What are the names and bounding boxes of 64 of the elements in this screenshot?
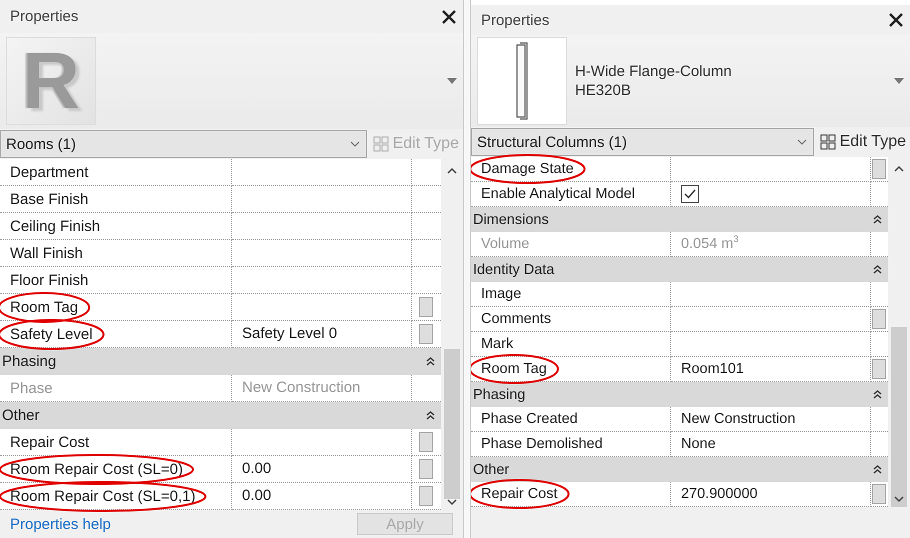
- property-label: Mark: [480, 336, 514, 352]
- property-label: Phase: [10, 380, 53, 396]
- collapse-icon[interactable]: [873, 390, 882, 400]
- edit-type-button[interactable]: Edit Type: [820, 133, 906, 151]
- type-size: HE320B: [574, 82, 632, 99]
- property-label: Repair Cost: [10, 434, 90, 450]
- associate-parameter-button[interactable]: [872, 159, 886, 179]
- property-label: Damage State: [480, 161, 574, 177]
- dropdown-arrow-icon[interactable]: [894, 78, 904, 84]
- associate-parameter-button[interactable]: [419, 324, 434, 344]
- panel-title: Properties: [480, 12, 550, 28]
- property-label: Room Repair Cost (SL=0): [10, 460, 183, 478]
- associate-parameter-button[interactable]: [872, 309, 886, 329]
- group-header: Other: [472, 462, 510, 478]
- property-label: Image: [480, 286, 522, 302]
- property-label: Room Tag: [10, 298, 78, 316]
- group-header: Identity Data: [472, 262, 554, 278]
- property-label: Floor Finish: [10, 272, 88, 288]
- property-label: Wall Finish: [10, 244, 83, 262]
- category-dropdown[interactable]: Structural Columns (1): [470, 128, 814, 156]
- group-header: Phasing: [472, 386, 526, 402]
- associate-parameter-button[interactable]: [419, 297, 434, 317]
- associate-parameter-button[interactable]: [872, 484, 886, 504]
- column-icon: [514, 41, 529, 121]
- dropdown-arrow-icon[interactable]: [446, 78, 457, 84]
- collapse-icon[interactable]: [873, 214, 882, 224]
- property-label: Enable Analytical Model: [480, 186, 635, 202]
- chevron-down-icon: [796, 139, 807, 145]
- property-label: Safety Level: [10, 326, 93, 342]
- help-link[interactable]: Properties help: [10, 516, 111, 532]
- property-label: Room Tag: [480, 361, 547, 377]
- checkmark-icon: [684, 189, 696, 199]
- group-header: Dimensions: [472, 212, 549, 228]
- edit-type-icon: [372, 136, 389, 152]
- type-name: H-Wide Flange-Column: [574, 63, 733, 80]
- category-dropdown[interactable]: Rooms (1): [0, 130, 367, 158]
- associate-parameter-button[interactable]: [419, 486, 434, 506]
- associate-parameter-button[interactable]: [419, 459, 434, 479]
- value-field[interactable]: 0.00: [232, 483, 412, 510]
- collapse-icon[interactable]: [426, 410, 435, 420]
- scrollbar-thumb[interactable]: [444, 349, 460, 499]
- associate-parameter-button[interactable]: [872, 359, 886, 379]
- value-field[interactable]: 270.900000: [670, 482, 871, 507]
- property-label: Comments: [480, 311, 552, 327]
- property-label: Phase Demolished: [480, 436, 603, 452]
- group-header: Phasing: [2, 353, 56, 370]
- property-label: Phase Created: [480, 411, 578, 427]
- collapse-icon[interactable]: [873, 264, 882, 274]
- property-label: Volume: [480, 236, 530, 252]
- chevron-down-icon: [350, 141, 360, 147]
- property-label: Ceiling Finish: [10, 218, 100, 234]
- edit-type-icon: [820, 134, 836, 150]
- property-label: Repair Cost: [480, 486, 558, 502]
- collapse-icon[interactable]: [873, 464, 882, 474]
- checkbox[interactable]: [680, 185, 699, 203]
- panel-title: Properties: [10, 8, 78, 25]
- associate-parameter-button[interactable]: [419, 432, 434, 452]
- property-label: Room Repair Cost (SL=0,1): [10, 488, 196, 504]
- scrollbar-thumb[interactable]: [891, 327, 907, 507]
- property-label: Base Finish: [10, 190, 88, 208]
- property-label: Department: [10, 164, 88, 180]
- collapse-icon[interactable]: [426, 356, 435, 366]
- group-header: Other: [2, 407, 40, 424]
- logo: R: [22, 41, 80, 121]
